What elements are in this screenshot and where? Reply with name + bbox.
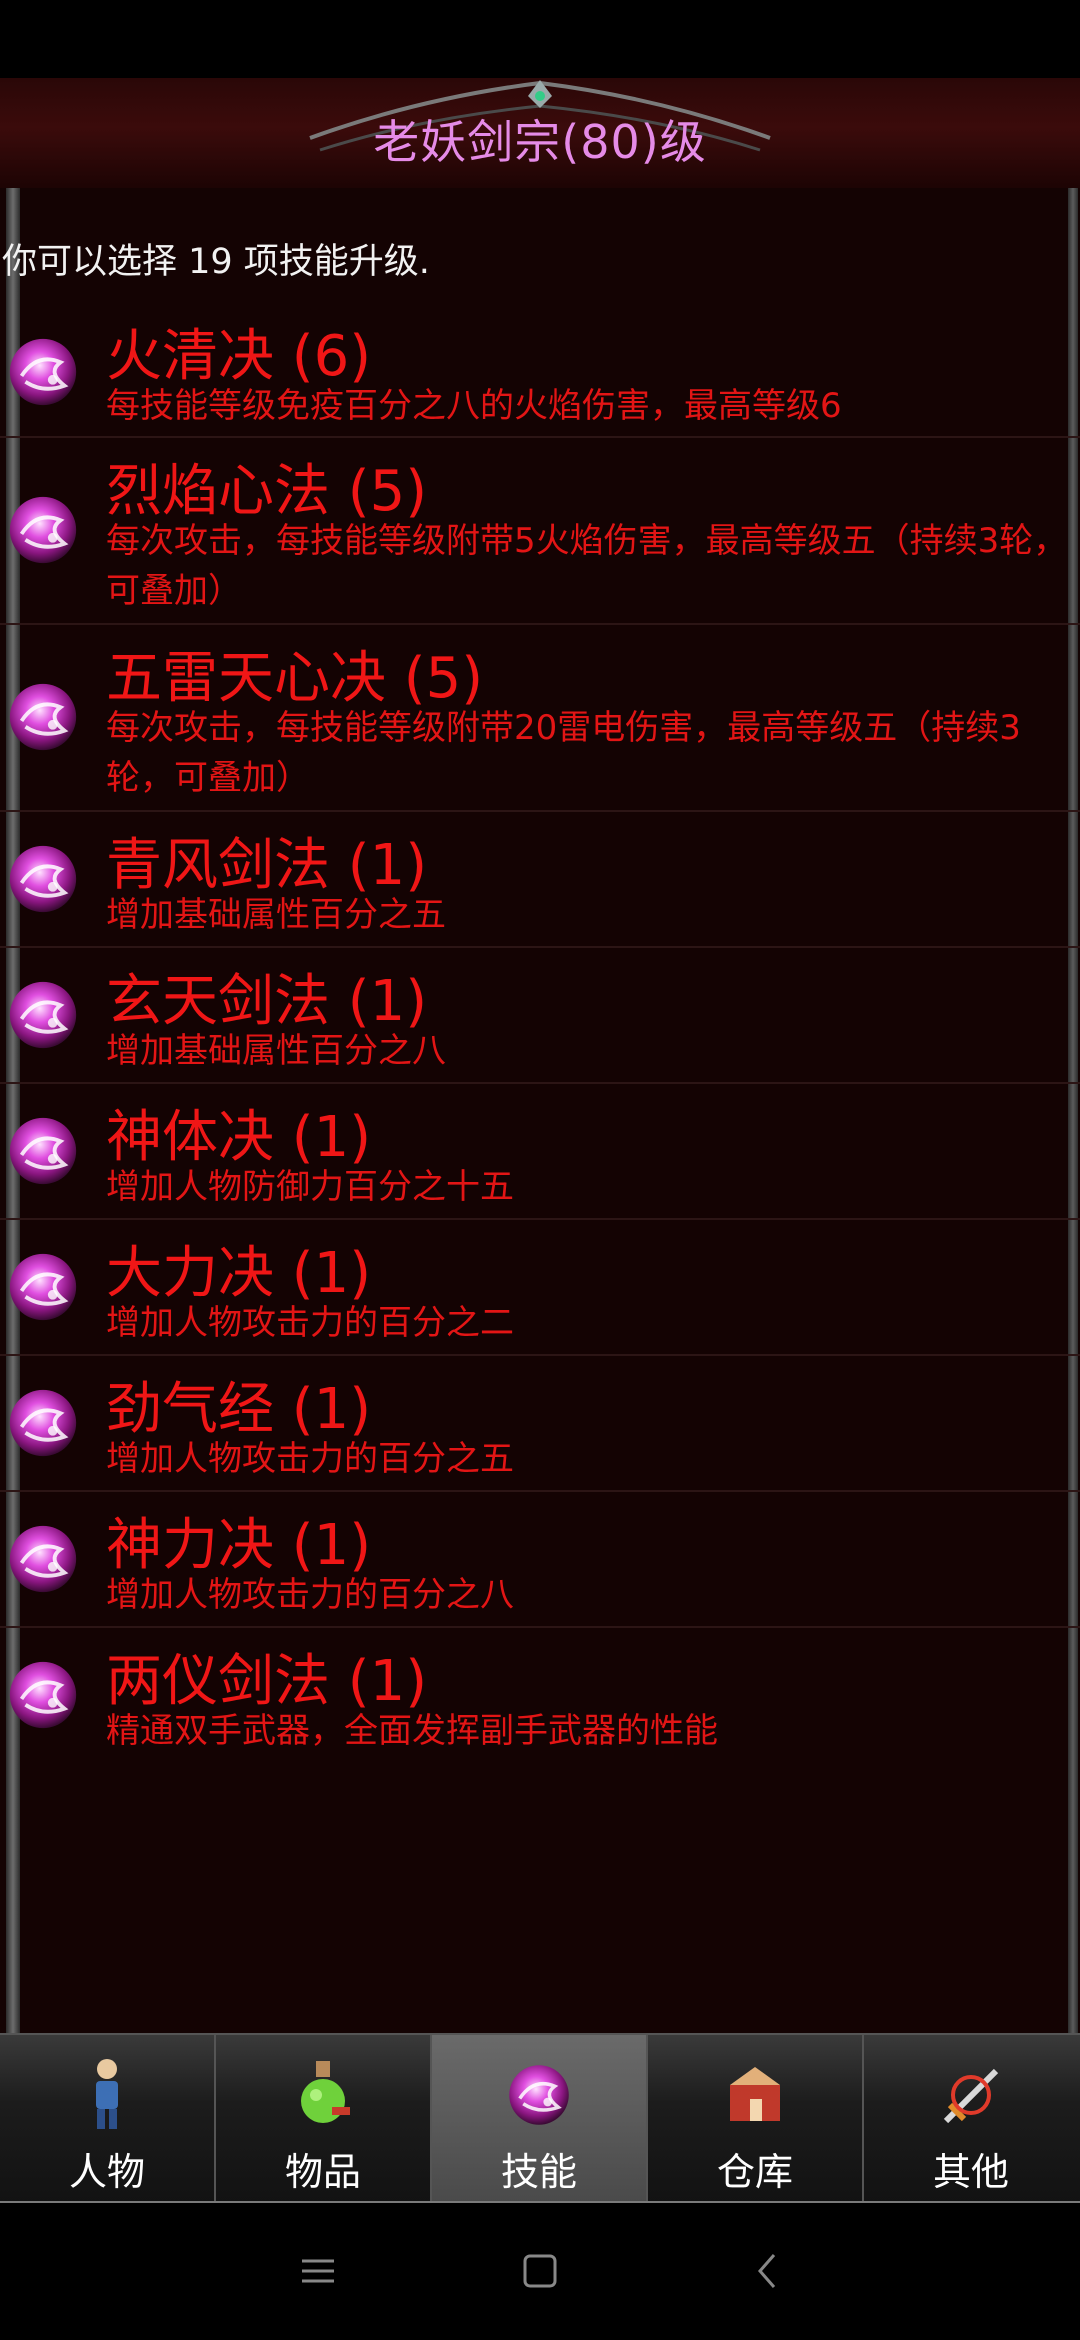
skill-desc: 精通双手武器，全面发挥副手武器的性能 [106, 1711, 718, 1751]
skill-desc: 增加基础属性百分之五 [106, 895, 446, 935]
tab-items[interactable]: 物品 [216, 2035, 432, 2203]
skill-row[interactable]: 大力决 (1) 增加人物攻击力的百分之二 [0, 1220, 1080, 1356]
tab-character[interactable]: 人物 [0, 2035, 216, 2203]
skill-orb-icon [4, 678, 82, 756]
skill-desc: 增加人物攻击力的百分之八 [106, 1575, 514, 1615]
system-nav-bar [0, 2203, 1080, 2340]
skill-row[interactable]: 五雷天心决 (5) 每次攻击，每技能等级附带20雷电伤害，最高等级五（持续3轮，… [0, 625, 1080, 812]
skill-desc: 增加人物攻击力的百分之五 [106, 1439, 514, 1479]
skill-orb-icon [4, 1384, 82, 1462]
skill-orb-icon [4, 840, 82, 918]
sword-icon [943, 2068, 999, 2124]
skill-name: 劲气经 (1) [106, 1377, 372, 1442]
skill-orb-icon [4, 976, 82, 1054]
back-icon[interactable] [748, 2251, 788, 2291]
home-icon[interactable] [520, 2251, 560, 2291]
skill-name: 玄天剑法 (1) [106, 969, 428, 1034]
skill-row[interactable]: 两仪剑法 (1) 精通双手武器，全面发挥副手武器的性能 [0, 1628, 1080, 1762]
skill-desc: 每次攻击，每技能等级附带20雷电伤害，最高等级五（持续3轮，可叠加） [106, 708, 1021, 798]
skill-name: 烈焰心法 (5) [106, 459, 428, 524]
skill-row[interactable]: 青风剑法 (1) 增加基础属性百分之五 [0, 812, 1080, 948]
bottom-nav: 人物 物品 技能 仓库 其他 [0, 2033, 1080, 2205]
nav-label: 仓库 [716, 2150, 793, 2194]
character-icon [96, 2059, 118, 2129]
skill-orb-icon [504, 2055, 574, 2135]
skill-name: 大力决 (1) [106, 1241, 372, 1306]
skill-desc: 增加基础属性百分之八 [106, 1031, 446, 1071]
skill-orb-icon [4, 333, 82, 411]
skill-orb-icon [4, 1656, 82, 1734]
nav-label: 其他 [932, 2150, 1009, 2194]
skill-row[interactable]: 烈焰心法 (5) 每次攻击，每技能等级附带5火焰伤害，最高等级五（持续3轮，可叠… [0, 438, 1080, 625]
skill-name: 五雷天心决 (5) [106, 646, 484, 711]
skill-row[interactable]: 神力决 (1) 增加人物攻击力的百分之八 [0, 1492, 1080, 1628]
page-title: 老妖剑宗(80)级 [373, 115, 707, 169]
status-bar [0, 0, 1080, 78]
nav-label: 技能 [500, 2150, 577, 2194]
skill-row[interactable]: 劲气经 (1) 增加人物攻击力的百分之五 [0, 1356, 1080, 1492]
skill-row[interactable]: 神体决 (1) 增加人物防御力百分之十五 [0, 1084, 1080, 1220]
skill-name: 神力决 (1) [106, 1513, 372, 1578]
skills-panel: 你可以选择 19 项技能升级. 火清决 (6) 每技能等级免疫百分之八的火焰伤害… [0, 188, 1080, 2033]
skill-list: 火清决 (6) 每技能等级免疫百分之八的火焰伤害，最高等级6 烈焰心法 (5) … [0, 303, 1080, 1762]
skill-row[interactable]: 玄天剑法 (1) 增加基础属性百分之八 [0, 948, 1080, 1084]
nav-label: 物品 [284, 2150, 361, 2194]
skill-row[interactable]: 火清决 (6) 每技能等级免疫百分之八的火焰伤害，最高等级6 [0, 303, 1080, 438]
tab-other[interactable]: 其他 [864, 2035, 1080, 2203]
tab-skills[interactable]: 技能 [432, 2035, 648, 2203]
skill-orb-icon [4, 1248, 82, 1326]
skill-points-text: 你可以选择 19 项技能升级. [2, 242, 430, 282]
skill-desc: 增加人物攻击力的百分之二 [106, 1303, 514, 1343]
tab-warehouse[interactable]: 仓库 [648, 2035, 864, 2203]
skill-desc: 增加人物防御力百分之十五 [106, 1167, 514, 1207]
skill-desc: 每技能等级免疫百分之八的火焰伤害，最高等级6 [106, 386, 842, 426]
skill-orb-icon [4, 491, 82, 569]
potion-icon [301, 2061, 350, 2123]
nav-label: 人物 [68, 2150, 145, 2194]
skill-orb-icon [4, 1520, 82, 1598]
skill-name: 青风剑法 (1) [106, 833, 428, 898]
skill-name: 神体决 (1) [106, 1105, 372, 1170]
skill-orb-icon [4, 1112, 82, 1190]
skill-name: 火清决 (6) [106, 324, 372, 389]
skill-name: 两仪剑法 (1) [106, 1649, 428, 1714]
title-bar: 老妖剑宗(80)级 [0, 78, 1080, 191]
skill-desc: 每次攻击，每技能等级附带5火焰伤害，最高等级五（持续3轮，可叠加） [106, 521, 1068, 611]
menu-icon[interactable] [298, 2251, 338, 2291]
warehouse-icon [730, 2067, 780, 2121]
